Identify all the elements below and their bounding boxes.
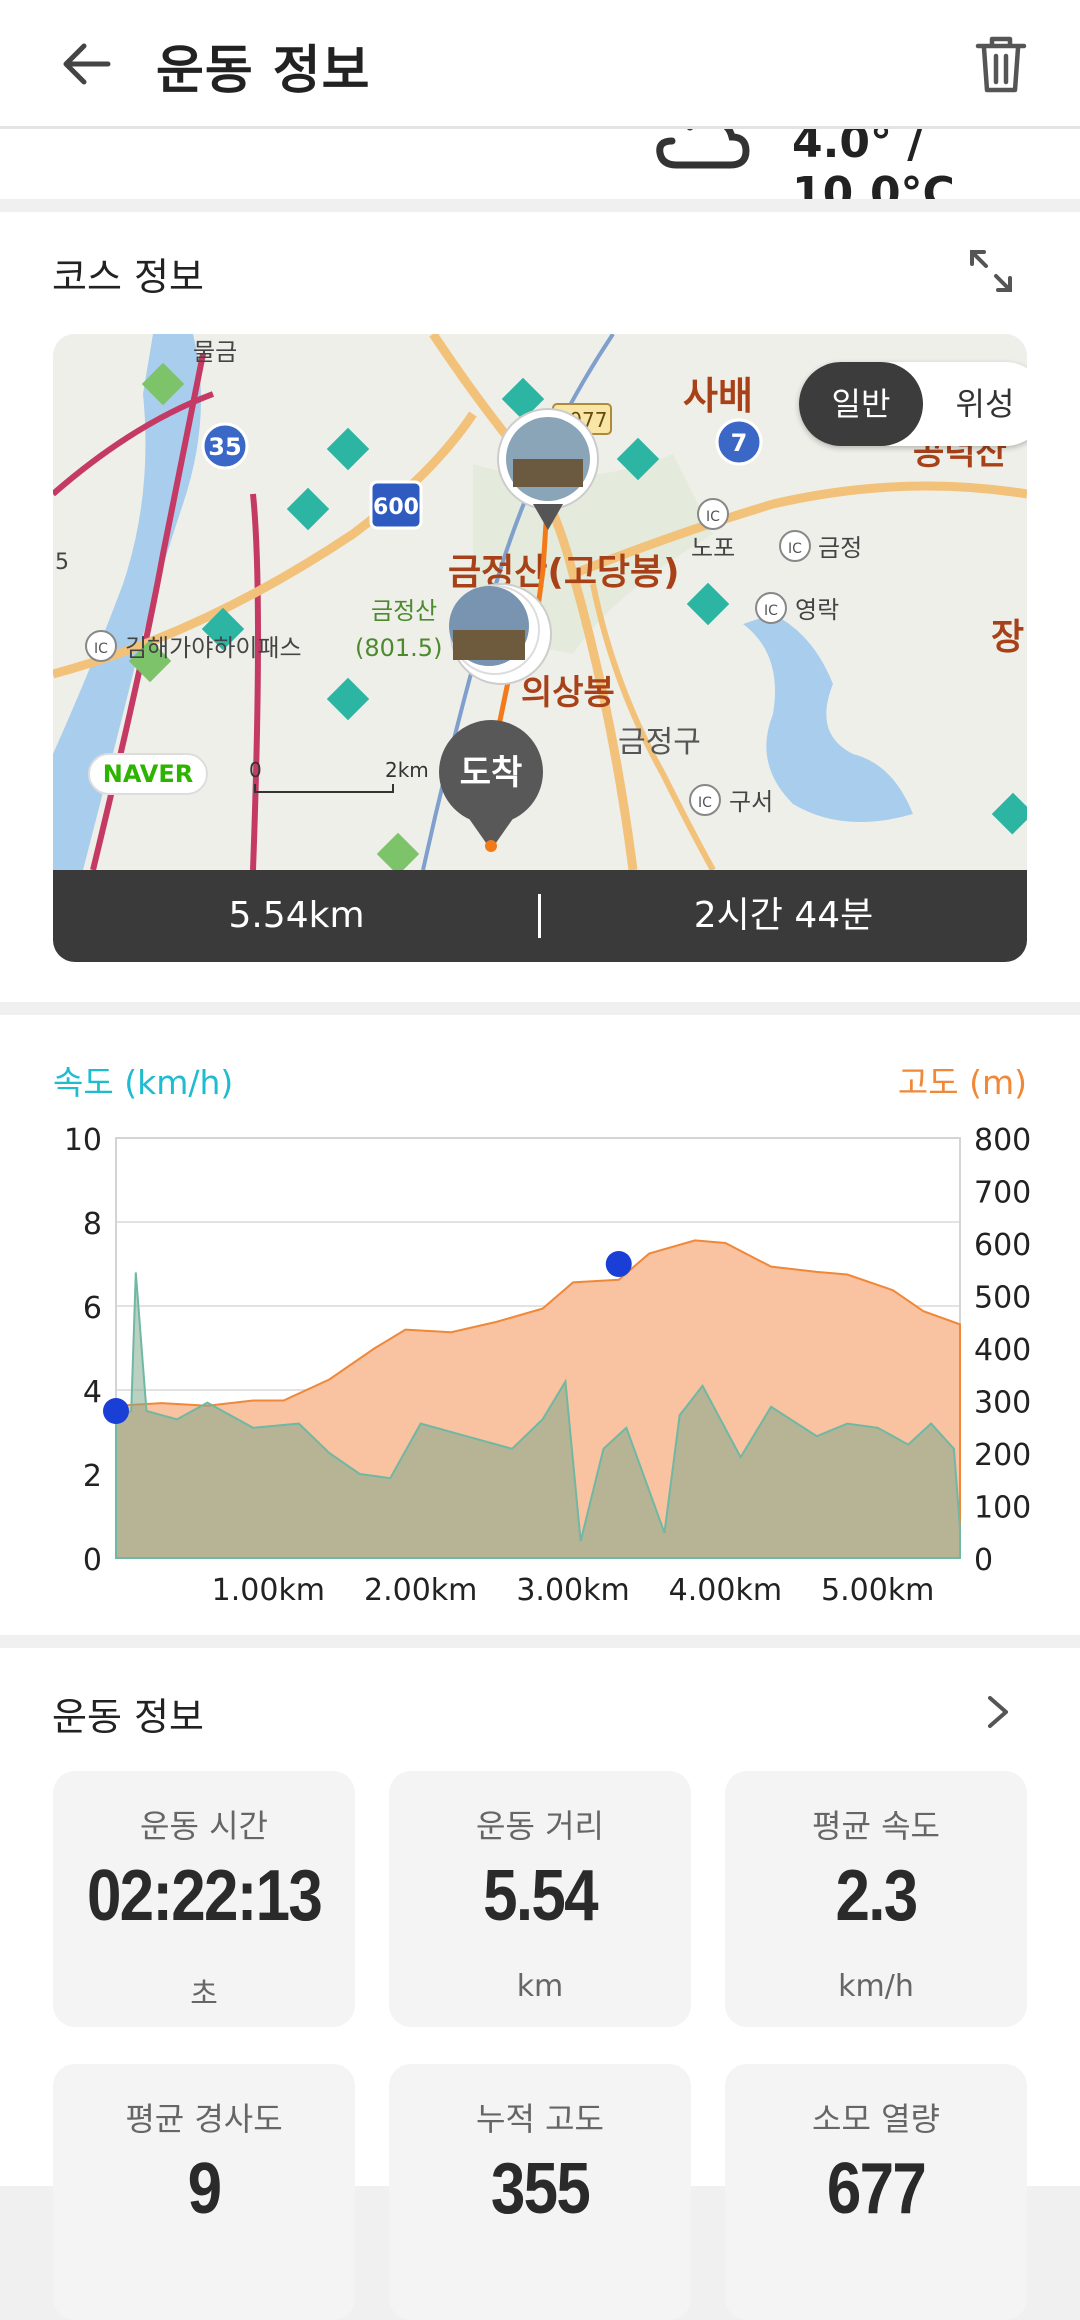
altitude-tick-label: 500: [974, 1281, 1031, 1316]
x-tick-label: 2.00km: [364, 1573, 477, 1608]
speed-altitude-chart[interactable]: 024681001002003004005006007008001.00km 2.…: [0, 1110, 1080, 1610]
map-label-yeongnak: 영락: [795, 596, 839, 624]
course-duration: 2시간 44분: [693, 895, 874, 936]
stat-value: 02:22:13: [86, 1856, 323, 1936]
scale-start: 0: [249, 758, 262, 782]
map-label-gimhae-pass: 김해가야하이패스: [125, 634, 302, 662]
course-map[interactable]: 35 600 1077 7 물금 사배 공덕산 금정산(고당봉) 금정산 (80…: [53, 334, 1027, 870]
speed-tick-label: 8: [83, 1207, 102, 1242]
course-title: 코스 정보: [52, 255, 204, 299]
arrival-label: 도착: [460, 753, 523, 793]
page-title: 운동 정보: [156, 41, 371, 101]
road-600-label: 600: [373, 495, 419, 520]
chart-marker: [605, 1251, 632, 1277]
map-label-left-edge: 5: [55, 550, 69, 575]
stat-value: 9: [187, 2149, 222, 2229]
road-7-label: 7: [731, 429, 748, 457]
map-label-elevation: (801.5): [355, 634, 442, 662]
stat-card-duration: 운동 시간 02:22:13 초: [53, 1771, 355, 2027]
altitude-tick-label: 400: [974, 1333, 1031, 1368]
ic-badge-yeongnak: IC: [764, 603, 778, 619]
stat-card-calories: 소모 열량 677: [725, 2064, 1027, 2320]
altitude-tick-label: 0: [974, 1543, 993, 1578]
map-type-normal[interactable]: 일반: [799, 362, 923, 446]
map-label-noppo: 노포: [691, 534, 735, 562]
map-label-uisangbong: 의상봉: [521, 673, 615, 713]
altitude-tick-label: 300: [974, 1386, 1031, 1421]
speed-tick-label: 2: [83, 1459, 102, 1494]
stat-label: 소모 열량: [812, 2100, 940, 2138]
naver-logo: NAVER: [103, 760, 193, 788]
stat-unit: km/h: [838, 1969, 914, 2004]
scale-end: 2km: [385, 758, 429, 782]
temperature-text: 4.0° / 10.0°C: [792, 129, 955, 199]
stat-label: 운동 거리: [476, 1807, 604, 1845]
altitude-tick-label: 700: [974, 1176, 1031, 1211]
altitude-tick-label: 100: [974, 1491, 1031, 1526]
chart-marker: [103, 1398, 129, 1424]
trash-icon[interactable]: [972, 34, 1030, 94]
chevron-right-icon[interactable]: [978, 1692, 1018, 1732]
app-header: 운동 정보: [0, 0, 1080, 129]
stat-value: 355: [490, 2149, 591, 2229]
altitude-tick-label: 800: [974, 1123, 1031, 1158]
stat-unit: km: [516, 1969, 564, 2004]
x-tick-label: 5.00km: [821, 1573, 934, 1608]
stat-value: 5.54: [483, 1856, 598, 1936]
altitude-tick-label: 200: [974, 1438, 1031, 1473]
stat-label: 평균 속도: [812, 1807, 940, 1845]
speed-axis-label: 속도 (km/h): [53, 1063, 234, 1102]
map-label-geumjeong-ic: 금정: [818, 534, 862, 562]
ic-badge-geumjeong: IC: [788, 541, 802, 557]
x-tick-label: 1.00km: [212, 1573, 325, 1608]
map-type-satellite[interactable]: 위성: [923, 362, 1027, 446]
ic-badge-gimhae: IC: [94, 641, 108, 657]
altitude-axis-label: 고도 (m): [897, 1063, 1027, 1102]
photo-pin-2[interactable]: [449, 583, 552, 685]
stat-label: 평균 경사도: [125, 2100, 283, 2138]
map-label-geumjeongsan-small: 금정산: [371, 597, 437, 625]
x-tick-label: 3.00km: [516, 1573, 629, 1608]
stat-value: 677: [826, 2149, 927, 2229]
stat-card-distance: 운동 거리 5.54 km: [389, 1771, 691, 2027]
speed-tick-label: 0: [83, 1543, 102, 1578]
workout-title: 운동 정보: [52, 1695, 204, 1739]
map-label-sabae: 사배: [683, 374, 753, 418]
speed-tick-label: 10: [64, 1123, 102, 1158]
course-distance: 5.54km: [228, 895, 365, 936]
ic-badge-guseo: IC: [698, 795, 712, 811]
cloud-icon: [656, 129, 750, 169]
stat-label: 운동 시간: [140, 1807, 268, 1845]
expand-icon[interactable]: [966, 246, 1016, 296]
altitude-tick-label: 600: [974, 1228, 1031, 1263]
speed-tick-label: 6: [83, 1291, 102, 1326]
ic-badge-noppo: IC: [706, 509, 720, 525]
road-35-label: 35: [208, 433, 241, 461]
speed-tick-label: 4: [83, 1375, 102, 1410]
stat-unit: 초: [190, 1977, 218, 2012]
stat-value: 2.3: [835, 1856, 919, 1936]
map-label-jang: 장: [991, 617, 1024, 658]
stat-card-avg-slope: 평균 경사도 9: [53, 2064, 355, 2320]
arrow-left-icon[interactable]: [58, 34, 118, 94]
stat-card-cumulative-altitude: 누적 고도 355: [389, 2064, 691, 2320]
x-tick-label: 4.00km: [669, 1573, 782, 1608]
stat-label: 누적 고도: [476, 2100, 604, 2138]
weather-summary: 4.0° / 10.0°C: [0, 129, 1080, 199]
map-label-geumjeonggu: 금정구: [618, 725, 701, 760]
map-label-guseo: 구서: [729, 788, 773, 816]
stat-card-avg-speed: 평균 속도 2.3 km/h: [725, 1771, 1027, 2027]
course-summary-bar: 5.54km 2시간 44분: [53, 870, 1027, 962]
map-type-toggle[interactable]: 일반 위성: [799, 362, 1027, 446]
map-label-mulgeum: 물금: [193, 338, 237, 366]
